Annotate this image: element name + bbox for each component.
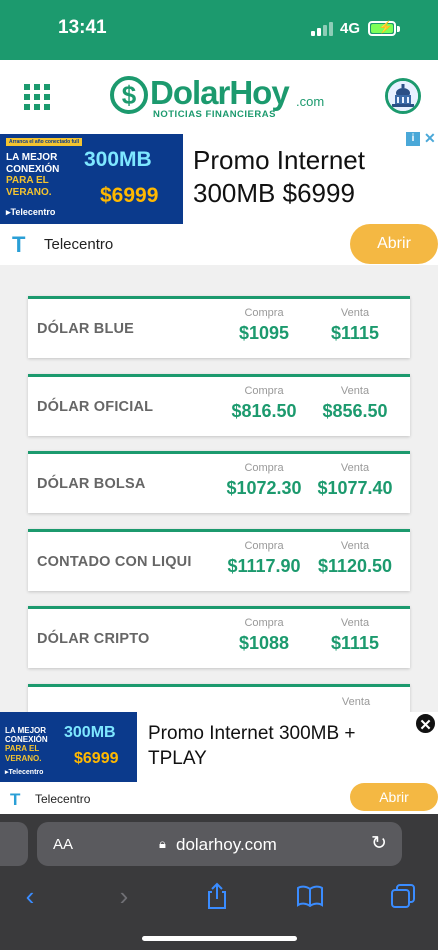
rate-name: DÓLAR BLUE bbox=[37, 321, 135, 337]
sell-label: Venta bbox=[340, 385, 370, 397]
ad-image-tag: Arranca el año conectado full bbox=[6, 138, 83, 146]
previous-tab-edge[interactable] bbox=[0, 822, 28, 866]
sell-value: $1077.40 bbox=[317, 478, 393, 498]
ad-close-icon[interactable]: ✕ bbox=[424, 130, 436, 147]
ad-open-button[interactable]: Abrir bbox=[350, 224, 438, 264]
signal-icon bbox=[311, 22, 335, 36]
buy-label: Compra bbox=[244, 617, 284, 629]
sell-label: Venta bbox=[341, 696, 371, 708]
sell-value: $1115 bbox=[330, 633, 380, 653]
ad-image-lines: LA MEJOR CONEXIÓN PARA EL VERANO. bbox=[5, 726, 48, 763]
rate-card[interactable]: DÓLAR CRIPTO Compra $1088 Venta $1115 bbox=[28, 606, 410, 668]
buy-value: $1072.30 bbox=[226, 478, 302, 498]
sell-value: $1120.50 bbox=[317, 556, 393, 576]
sell-value: $856.50 bbox=[322, 401, 388, 421]
ad-banner-top[interactable]: Arranca el año conectado full LA MEJOR C… bbox=[0, 130, 438, 265]
status-bar: 13:41 4G ⚡ bbox=[0, 0, 438, 60]
forward-icon[interactable]: › bbox=[104, 876, 144, 916]
sell-column: Venta $1115 bbox=[309, 617, 401, 654]
buy-value: $816.50 bbox=[231, 401, 297, 421]
sell-column: Venta $856.50 bbox=[309, 385, 401, 422]
battery-icon: ⚡ bbox=[368, 20, 396, 36]
status-time: 13:41 bbox=[58, 17, 107, 38]
rates-section: DÓLAR BLUE Compra $1095 Venta $1115 DÓLA… bbox=[0, 265, 438, 715]
logo-suffix: .com bbox=[296, 94, 325, 109]
buy-column: Compra $1117.90 bbox=[218, 540, 310, 577]
site-logo[interactable]: $ DolarHoy .com NOTICIAS FINANCIERAS bbox=[110, 74, 330, 120]
buy-value: $1088 bbox=[238, 633, 290, 653]
rate-name: CONTADO CON LIQUI bbox=[37, 554, 192, 570]
ad-image-price: $6999 bbox=[74, 750, 119, 767]
rate-card[interactable]: DÓLAR OFICIAL Compra $816.50 Venta $856.… bbox=[28, 374, 410, 436]
sell-label: Venta bbox=[340, 462, 370, 474]
home-indicator bbox=[142, 936, 297, 941]
buy-column: Compra $1095 bbox=[218, 307, 310, 344]
buy-column: Compra $816.50 bbox=[218, 385, 310, 422]
lock-icon: 🔒︎ bbox=[159, 836, 166, 851]
rate-card[interactable]: DÓLAR BOLSA Compra $1072.30 Venta $1077.… bbox=[28, 451, 410, 513]
back-icon[interactable]: ‹ bbox=[10, 876, 50, 916]
ad-advertiser: Telecentro bbox=[35, 792, 91, 806]
close-icon[interactable]: ✕ bbox=[414, 712, 437, 735]
buy-column: Compra $1072.30 bbox=[218, 462, 310, 499]
sell-label: Venta bbox=[340, 617, 370, 629]
sell-column: Venta $1077.40 bbox=[309, 462, 401, 499]
tabs-icon[interactable] bbox=[383, 876, 423, 916]
buy-value: $1095 bbox=[238, 323, 290, 343]
ad-image-price: $6999 bbox=[100, 184, 159, 207]
ad-image-speed: 300MB bbox=[84, 148, 152, 171]
share-icon[interactable] bbox=[197, 876, 237, 916]
network-type: 4G bbox=[340, 20, 361, 37]
battery-tip bbox=[397, 26, 400, 32]
rate-name: DÓLAR OFICIAL bbox=[37, 399, 154, 415]
ad-title[interactable]: Promo Internet 300MB + TPLAY bbox=[148, 721, 408, 771]
ad-image-speed: 300MB bbox=[64, 724, 116, 741]
sell-label: Venta bbox=[340, 540, 370, 552]
url-text[interactable]: dolarhoy.com bbox=[176, 835, 277, 855]
bookmarks-icon[interactable] bbox=[290, 876, 330, 916]
sell-column: Venta $1115 bbox=[309, 307, 401, 344]
ad-title[interactable]: Promo Internet 300MB $6999 bbox=[193, 144, 413, 210]
rate-card[interactable]: CONTADO CON LIQUI Compra $1117.90 Venta … bbox=[28, 529, 410, 591]
buy-label: Compra bbox=[244, 462, 284, 474]
rate-name: DÓLAR CRIPTO bbox=[37, 631, 150, 647]
ad-open-button[interactable]: Abrir bbox=[350, 783, 438, 811]
buy-label: Compra bbox=[244, 385, 284, 397]
buy-label: Compra bbox=[244, 540, 284, 552]
buy-column: Compra $1088 bbox=[218, 617, 310, 654]
rate-card[interactable]: DÓLAR BLUE Compra $1095 Venta $1115 bbox=[28, 296, 410, 358]
buy-label: Compra bbox=[244, 307, 284, 319]
sell-value: $1115 bbox=[330, 323, 380, 343]
rate-name: DÓLAR BOLSA bbox=[37, 476, 146, 492]
ad-info-icon[interactable]: i bbox=[406, 132, 420, 146]
grid-menu-icon[interactable] bbox=[24, 84, 50, 110]
reload-icon[interactable]: ↻ bbox=[371, 832, 387, 855]
buy-value: $1117.90 bbox=[227, 556, 301, 576]
text-size-button[interactable]: AA bbox=[53, 836, 73, 853]
congress-building-icon[interactable] bbox=[385, 78, 421, 114]
ad-image[interactable]: LA MEJOR CONEXIÓN PARA EL VERANO. 300MB … bbox=[0, 712, 137, 782]
ad-advertiser: Telecentro bbox=[44, 236, 114, 253]
sell-column: Venta $1120.50 bbox=[309, 540, 401, 577]
ad-banner-bottom[interactable]: LA MEJOR CONEXIÓN PARA EL VERANO. 300MB … bbox=[0, 712, 438, 814]
browser-chrome: AA 🔒︎ dolarhoy.com ↻ ‹ › bbox=[0, 814, 438, 950]
telecentro-logo-icon: T bbox=[10, 790, 21, 809]
ad-image-brand: ▸Telecentro bbox=[5, 769, 44, 776]
logo-subtitle: NOTICIAS FINANCIERAS bbox=[153, 109, 276, 120]
site-header: $ DolarHoy .com NOTICIAS FINANCIERAS bbox=[0, 60, 438, 132]
logo-wordmark: DolarHoy bbox=[150, 74, 290, 111]
ad-image-lines: LA MEJOR CONEXIÓN PARA EL VERANO. bbox=[6, 152, 60, 198]
address-bar[interactable]: AA 🔒︎ dolarhoy.com ↻ bbox=[37, 822, 402, 866]
ad-image[interactable]: Arranca el año conectado full LA MEJOR C… bbox=[0, 134, 183, 224]
telecentro-logo-icon: T bbox=[12, 232, 26, 257]
ad-image-brand: ▸Telecentro bbox=[6, 207, 56, 217]
sell-label: Venta bbox=[340, 307, 370, 319]
dollar-coin-icon: $ bbox=[110, 76, 148, 114]
